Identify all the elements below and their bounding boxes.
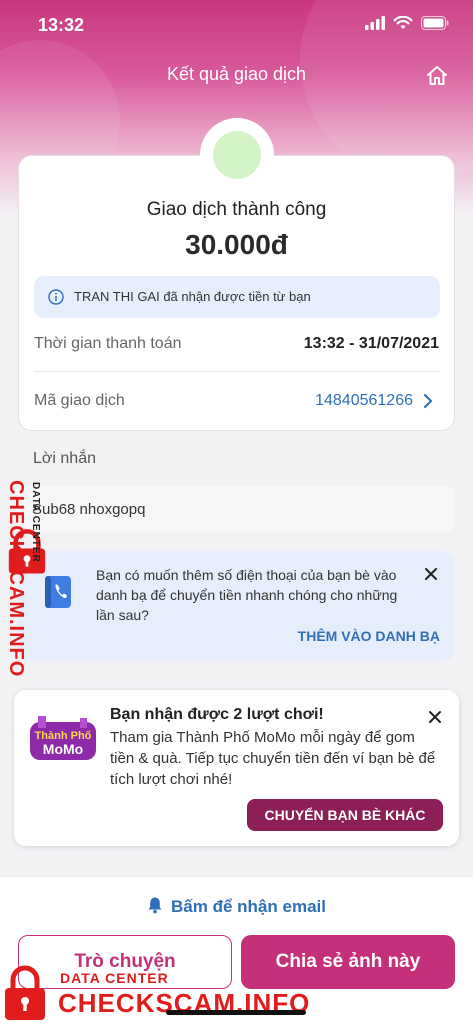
transaction-id-label: Mã giao dịch <box>34 392 125 409</box>
share-image-button[interactable]: Chia sẻ ảnh này <box>241 935 455 989</box>
transfer-other-friend-button[interactable]: CHUYỂN BẠN BÈ KHÁC <box>247 799 443 831</box>
recipient-info-text: TRAN THI GAI đã nhận được tiền từ bạn <box>74 289 311 304</box>
chevron-right-icon[interactable] <box>423 393 433 409</box>
close-icon[interactable] <box>427 709 443 725</box>
status-time: 13:32 <box>38 15 85 35</box>
add-contact-text: Bạn có muốn thêm số điện thoại của bạn b… <box>96 567 398 623</box>
home-indicator <box>166 1010 306 1015</box>
page-title: Kết quả giao dịch <box>166 64 307 84</box>
watermark-lock-icon <box>5 965 45 1020</box>
add-to-contacts-button[interactable]: THÊM VÀO DANH BẠ <box>298 628 440 644</box>
divider <box>34 371 440 372</box>
home-icon[interactable] <box>425 64 449 88</box>
transaction-id-link[interactable]: 14840561266 <box>315 392 413 410</box>
status-bar: 13:32 <box>0 0 473 50</box>
close-icon[interactable] <box>423 566 439 582</box>
signal-icon <box>365 16 385 30</box>
transaction-amount: 30.000đ <box>185 229 288 260</box>
receive-email-label: Bấm để nhận email <box>171 897 326 916</box>
status-title: Giao dịch thành công <box>146 199 327 220</box>
momo-city-logo: Thành Phố MoMo <box>30 716 96 760</box>
game-promo-title: Bạn nhận được 2 lượt chơi! <box>110 706 324 723</box>
logo-text-bottom: MoMo <box>43 741 83 757</box>
watermark-vertical-text: CHECKSCAM.INFO <box>5 480 27 678</box>
bell-icon <box>148 897 162 914</box>
recipient-info-box: TRAN THI GAI đã nhận được tiền từ bạn <box>34 276 440 318</box>
wifi-icon <box>393 16 413 29</box>
success-badge-icon <box>213 131 261 179</box>
payment-time-value: 13:32 - 31/07/2021 <box>303 335 439 352</box>
payment-time-label: Thời gian thanh toán <box>34 335 182 352</box>
info-icon <box>48 289 64 305</box>
watermark-vertical-sub: DATA CENTER <box>30 482 41 563</box>
receive-email-link[interactable]: Bấm để nhận email <box>0 896 473 917</box>
watermark-bottom-sub: DATA CENTER <box>60 970 169 986</box>
game-promo-description: Tham gia Thành Phố MoMo mỗi ngày để gom … <box>110 729 436 788</box>
battery-icon <box>421 16 449 30</box>
